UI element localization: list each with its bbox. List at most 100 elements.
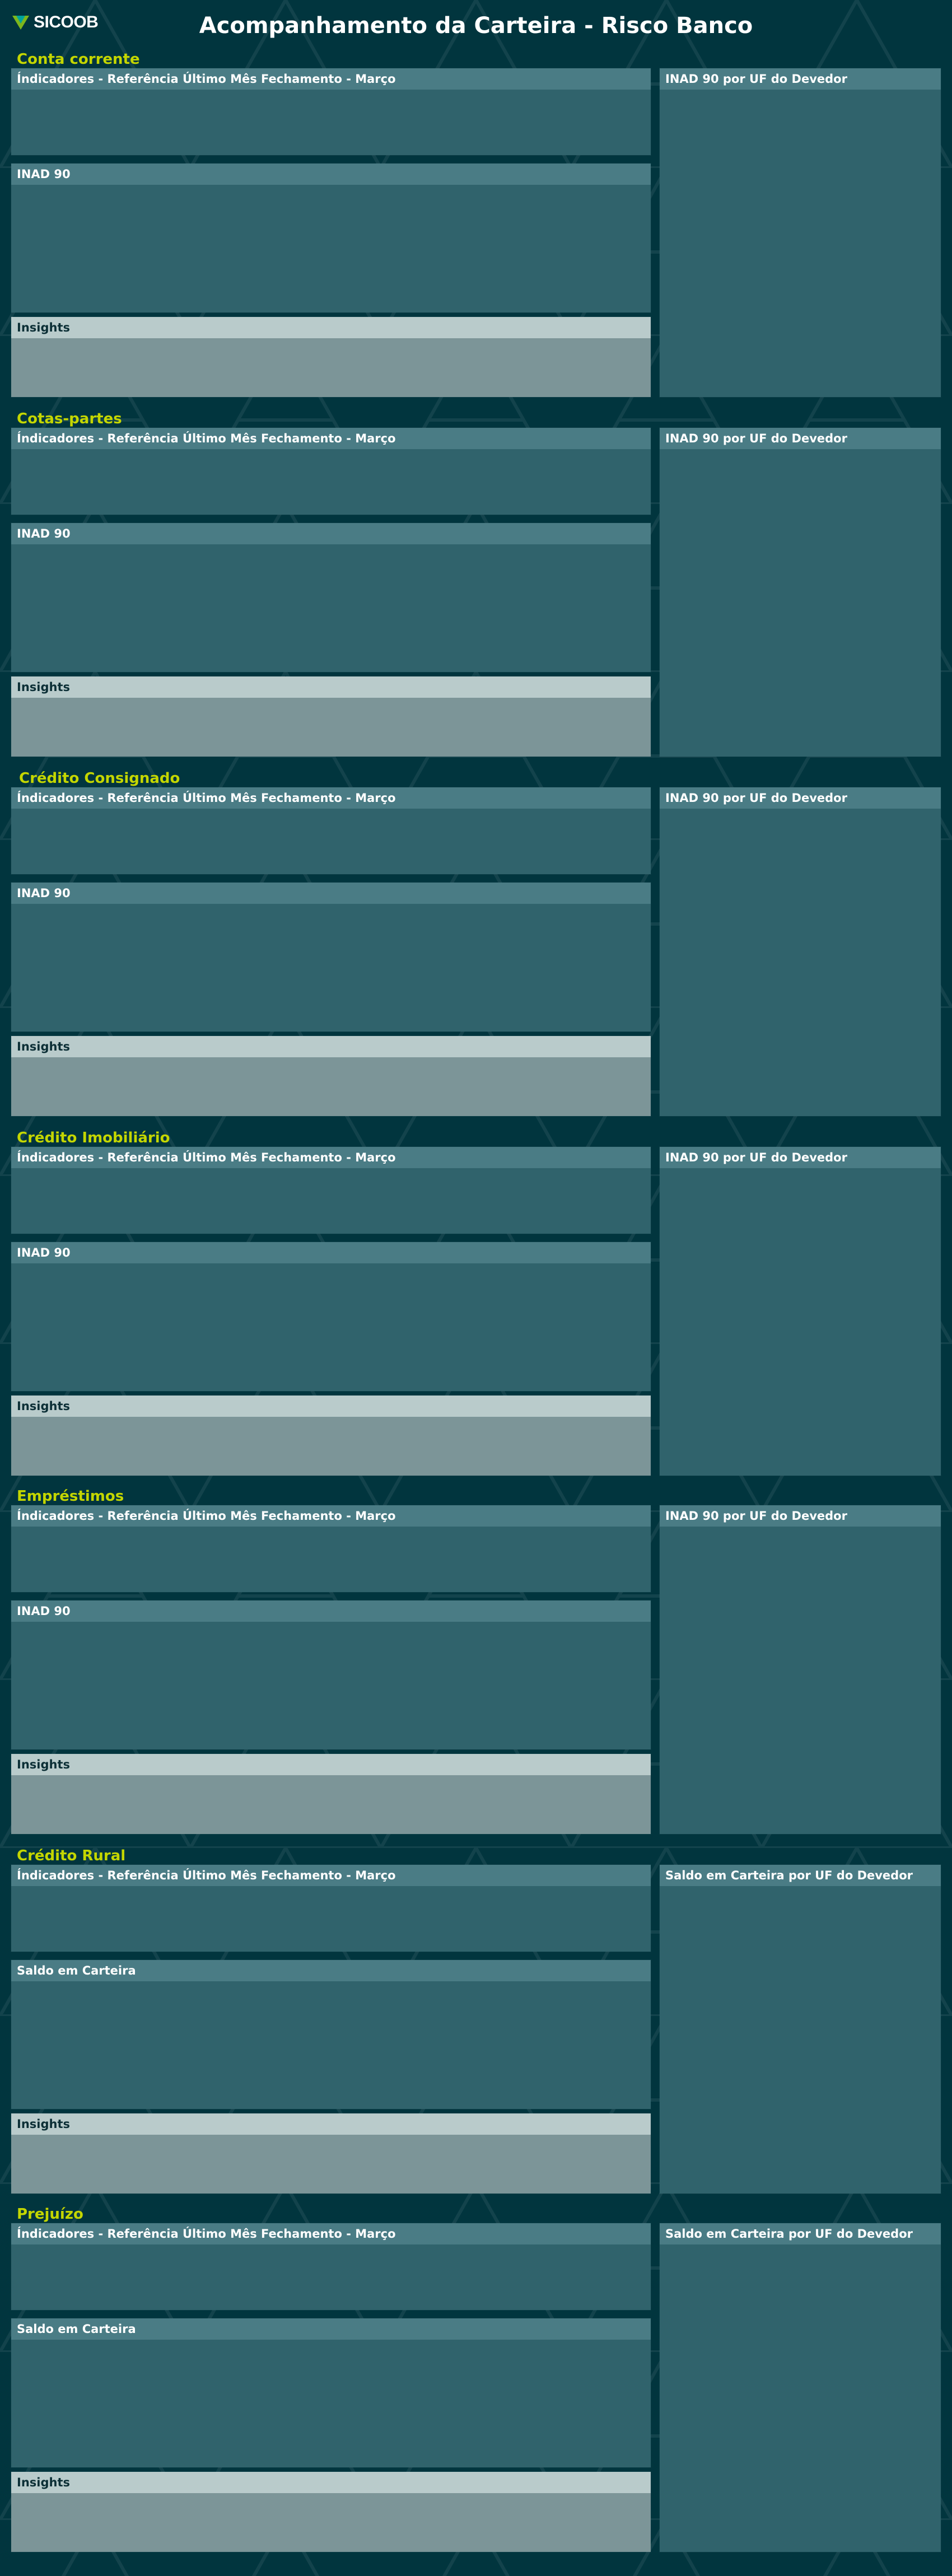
indicators-panel: Índicadores - Referência Último Mês Fech… [11, 428, 651, 515]
panel-header: Índicadores - Referência Último Mês Fech… [11, 68, 651, 90]
section-title: Prejuízo [17, 2206, 83, 2223]
panel-header: INAD 90 por UF do Devedor [660, 787, 941, 809]
panel-header: Insights [11, 676, 651, 698]
panel-body [11, 904, 651, 1032]
uf-panel: INAD 90 por UF do Devedor [660, 787, 941, 1116]
panel-body [11, 809, 651, 874]
insights-panel: Insights [11, 1754, 651, 1834]
panel-header: INAD 90 por UF do Devedor [660, 1147, 941, 1168]
insights-panel: Insights [11, 1036, 651, 1116]
panel-body [660, 809, 941, 1116]
uf-panel: Saldo em Carteira por UF do Devedor [660, 2223, 941, 2552]
panel-body [11, 1057, 651, 1116]
panel-body [660, 2244, 941, 2552]
panel-header: Saldo em Carteira [11, 2318, 651, 2340]
panel-body [660, 1168, 941, 1476]
top-bar: SICOOB Acompanhamento da Carteira - Risc… [0, 0, 952, 47]
section-1: Cotas-partes Índicadores - Referência Últ… [0, 409, 952, 767]
panel-header: Saldo em Carteira [11, 1960, 651, 1981]
panel-header: Índicadores - Referência Último Mês Fech… [11, 428, 651, 449]
panel-header: Insights [11, 2472, 651, 2493]
inad-panel: Saldo em Carteira [11, 1960, 651, 2109]
section-6: Prejuízo Índicadores - Referência Último … [0, 2204, 952, 2563]
panel-body [11, 1263, 651, 1391]
insights-panel: Insights [11, 2472, 651, 2552]
panel-body [11, 449, 651, 515]
panel-body [11, 1417, 651, 1476]
panel-body [11, 2135, 651, 2194]
inad-panel: INAD 90 [11, 164, 651, 312]
section-title: Cotas-partes [17, 410, 122, 427]
panel-body [11, 1622, 651, 1749]
panel-body [11, 2244, 651, 2310]
panel-header: INAD 90 [11, 523, 651, 544]
indicators-panel: Índicadores - Referência Último Mês Fech… [11, 1505, 651, 1592]
panel-body [11, 2340, 651, 2467]
section-2: Crédito Consignado Índicadores - Referênc… [0, 768, 952, 1127]
panel-header: INAD 90 [11, 1242, 651, 1263]
section-5: Crédito Rural Índicadores - Referência Úl… [0, 1846, 952, 2204]
section-title: Empréstimos [17, 1488, 124, 1505]
uf-panel: INAD 90 por UF do Devedor [660, 428, 941, 757]
panel-header: INAD 90 por UF do Devedor [660, 68, 941, 90]
panel-body [660, 1886, 941, 2194]
uf-panel: INAD 90 por UF do Devedor [660, 1505, 941, 1834]
section-3: Crédito Imobiliário Índicadores - Referên… [0, 1128, 952, 1486]
panel-body [11, 90, 651, 155]
panel-header: INAD 90 [11, 1600, 651, 1622]
panel-header: INAD 90 [11, 883, 651, 904]
indicators-panel: Índicadores - Referência Último Mês Fech… [11, 1865, 651, 1952]
panel-header: Insights [11, 1036, 651, 1057]
panel-header: INAD 90 [11, 164, 651, 185]
section-title: Conta corrente [17, 51, 140, 68]
panel-header: Índicadores - Referência Último Mês Fech… [11, 2223, 651, 2244]
indicators-panel: Índicadores - Referência Último Mês Fech… [11, 787, 651, 874]
inad-panel: INAD 90 [11, 1600, 651, 1749]
panel-header: Insights [11, 1396, 651, 1417]
indicators-panel: Índicadores - Referência Último Mês Fech… [11, 1147, 651, 1234]
section-4: Empréstimos Índicadores - Referência Últi… [0, 1486, 952, 1845]
page-title: Acompanhamento da Carteira - Risco Banco [199, 13, 753, 39]
panel-header: INAD 90 por UF do Devedor [660, 1505, 941, 1527]
inad-panel: Saldo em Carteira [11, 2318, 651, 2467]
panel-body [11, 1168, 651, 1234]
uf-panel: INAD 90 por UF do Devedor [660, 1147, 941, 1476]
uf-panel: INAD 90 por UF do Devedor [660, 68, 941, 397]
panel-header: Saldo em Carteira por UF do Devedor [660, 2223, 941, 2244]
panel-body [11, 2493, 651, 2552]
inad-panel: INAD 90 [11, 883, 651, 1032]
inad-panel: INAD 90 [11, 523, 651, 672]
panel-header: Insights [11, 317, 651, 338]
insights-panel: Insights [11, 676, 651, 757]
inad-panel: INAD 90 [11, 1242, 651, 1391]
panel-body [11, 544, 651, 672]
panel-header: Índicadores - Referência Último Mês Fech… [11, 1147, 651, 1168]
panel-body [660, 90, 941, 397]
panel-body [11, 1981, 651, 2109]
insights-panel: Insights [11, 317, 651, 397]
panel-body [11, 698, 651, 757]
panel-body [660, 449, 941, 757]
panel-body [11, 1775, 651, 1834]
section-0: Conta corrente Índicadores - Referência Ú… [0, 49, 952, 408]
indicators-panel: Índicadores - Referência Último Mês Fech… [11, 68, 651, 155]
panel-header: Insights [11, 2113, 651, 2135]
insights-panel: Insights [11, 1396, 651, 1476]
section-title: Crédito Imobiliário [17, 1130, 170, 1146]
panel-header: Insights [11, 1754, 651, 1775]
insights-panel: Insights [11, 2113, 651, 2194]
indicators-panel: Índicadores - Referência Último Mês Fech… [11, 2223, 651, 2310]
uf-panel: Saldo em Carteira por UF do Devedor [660, 1865, 941, 2194]
panel-body [660, 1527, 941, 1834]
section-title: Crédito Consignado [19, 770, 180, 787]
panel-body [11, 1886, 651, 1952]
panel-header: Índicadores - Referência Último Mês Fech… [11, 787, 651, 809]
panel-body [11, 185, 651, 312]
panel-body [11, 338, 651, 397]
panel-header: Saldo em Carteira por UF do Devedor [660, 1865, 941, 1886]
panel-body [11, 1527, 651, 1592]
panel-header: INAD 90 por UF do Devedor [660, 428, 941, 449]
panel-header: Índicadores - Referência Último Mês Fech… [11, 1865, 651, 1886]
panel-header: Índicadores - Referência Último Mês Fech… [11, 1505, 651, 1527]
section-title: Crédito Rural [17, 1847, 126, 1864]
